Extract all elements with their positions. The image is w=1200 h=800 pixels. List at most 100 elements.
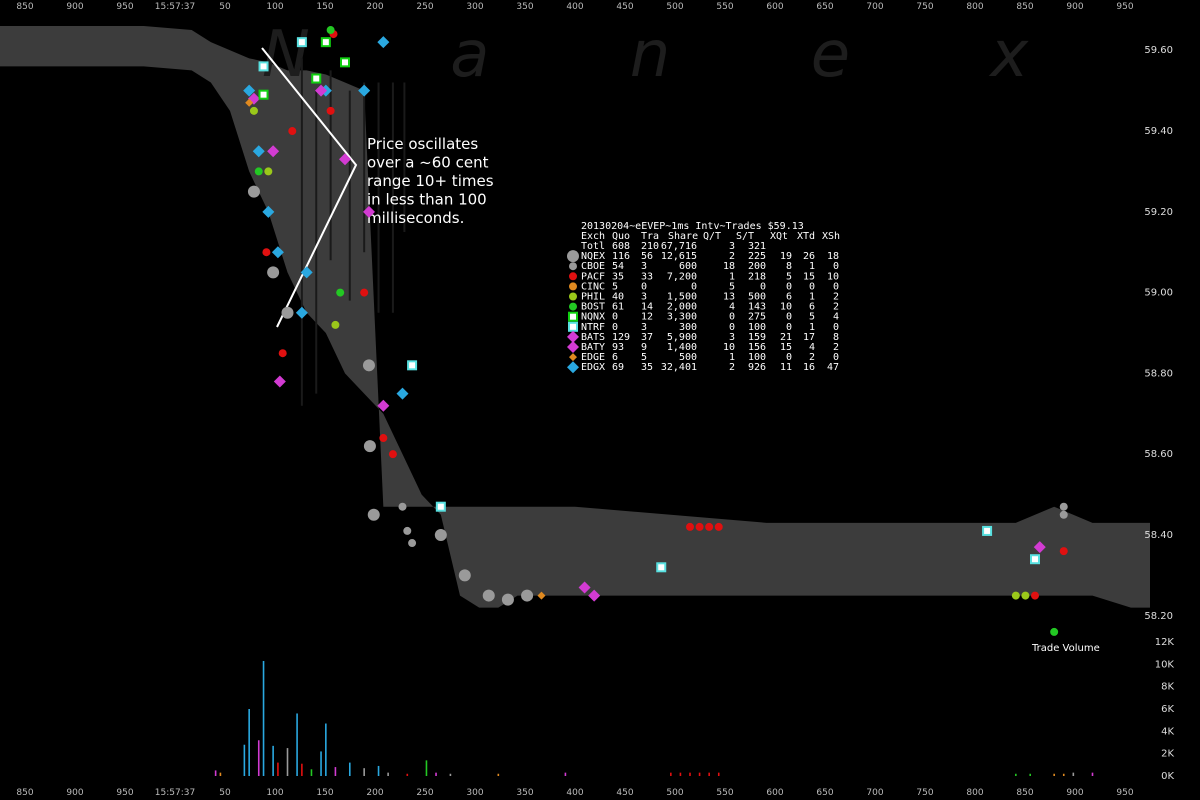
trade-marker-cboe [1059, 510, 1068, 519]
trade-marker-pacf [388, 450, 397, 459]
x-tick-label-bottom: 50 [219, 788, 231, 798]
trade-marker-nqex [281, 306, 294, 319]
x-tick-label-bottom: 200 [366, 788, 383, 798]
volume-bar [334, 767, 337, 776]
volume-bar [1029, 773, 1032, 776]
x-tick-label-bottom: 800 [966, 788, 983, 798]
x-tick-label-top: 450 [616, 2, 633, 12]
y-tick-label: 58.40 [1144, 530, 1173, 541]
trade-marker-nqex [363, 440, 376, 453]
trade-marker-nqnx [340, 57, 350, 68]
x-axis-bottom: 850 900 950 15:57:37 50 100 150 200 250 300 350 400… [16, 788, 1133, 798]
x-tick-label-bottom: 250 [416, 788, 433, 798]
x-tick-label-top: 350 [516, 2, 533, 12]
exchange-table: 20130204~eEVEP~1ms Intv~Trades $59.13Exc… [567, 221, 840, 374]
legend-marker-cboe [569, 262, 577, 271]
volume-bar [248, 709, 250, 776]
legend-marker-cinc [569, 282, 577, 291]
legend-marker-baty [567, 341, 579, 353]
table-cell-xsh: 47 [827, 362, 839, 373]
volume-bar [1062, 773, 1065, 776]
trade-marker-pacf [705, 522, 714, 531]
trade-marker-pacf [379, 434, 388, 443]
x-tick-label-top: 600 [766, 2, 783, 12]
trade-marker-nqex [501, 593, 514, 606]
y-tick-label: 58.60 [1144, 449, 1173, 460]
trade-marker-phil [264, 167, 273, 176]
trade-marker-pacf [288, 127, 297, 136]
table-header: XTd [797, 231, 815, 242]
volume-bar [406, 773, 409, 776]
legend-marker-nqnx [568, 311, 578, 322]
x-tick-label-bottom: 600 [766, 788, 783, 798]
trade-marker-phil [1021, 591, 1030, 600]
x-tick-label-bottom: 400 [566, 788, 583, 798]
trade-marker-cboe [1059, 502, 1068, 511]
trade-marker-ntrf [982, 525, 993, 536]
table-cell-quo: 69 [612, 362, 624, 373]
trade-marker-ntrf [656, 562, 667, 573]
annotation-line: in less than 100 [367, 191, 487, 209]
volume-bar [1015, 773, 1017, 776]
trade-marker-nqex [362, 359, 375, 372]
volume-bar [214, 770, 217, 776]
x-tick-label-bottom: 350 [516, 788, 533, 798]
trade-marker-nqex [434, 528, 447, 541]
x-tick-label-top: 100 [266, 2, 283, 12]
volume-bar [1053, 773, 1055, 776]
trade-marker-nqex [521, 589, 534, 602]
volume-bar [497, 773, 500, 776]
y-axis-price: 59.60 59.40 59.20 59.00 58.80 58.60 58.40 58.20 [1144, 45, 1173, 622]
table-cell-exch: EDGX [581, 362, 605, 373]
legend-marker-nqex [567, 250, 579, 263]
trade-marker-bost [326, 26, 335, 35]
volume-bar [377, 765, 380, 776]
x-tick-label-bottom: 900 [1066, 788, 1083, 798]
trade-marker-bats [273, 375, 286, 388]
volume-bar [272, 745, 274, 776]
x-tick-label-top: 900 [66, 2, 83, 12]
legend-marker-edgx [567, 361, 579, 374]
trade-marker-nqex [247, 185, 260, 198]
watermark-text: N a n e x [262, 18, 1088, 92]
x-tick-label-top: 750 [916, 2, 933, 12]
trade-marker-phil [331, 320, 340, 329]
x-tick-label-top: 650 [816, 2, 833, 12]
x-tick-label-top: 50 [219, 2, 231, 12]
trade-marker-ntrf [1030, 554, 1040, 565]
x-tick-label-bottom: 950 [116, 788, 133, 798]
x-tick-label-top: 900 [1066, 2, 1083, 12]
price-chart: N a n e x Price oscillatesover a ~60 cen… [0, 2, 1175, 798]
table-cell-st: 926 [748, 362, 766, 373]
x-tick-label-top: 300 [466, 2, 483, 12]
trade-marker-pacf [278, 349, 287, 358]
annotation-line: over a ~60 cent [367, 154, 489, 172]
trade-marker-bost [254, 167, 263, 176]
volume-tick-label: 0K [1161, 771, 1174, 782]
x-tick-label-bottom: 850 [1016, 788, 1033, 798]
trade-marker-edgx [396, 387, 409, 400]
trade-marker-pacf [360, 288, 369, 297]
trade-marker-pacf [714, 522, 723, 531]
volume-bar [243, 744, 246, 776]
volume-bar [320, 751, 322, 776]
y-tick-label: 58.80 [1144, 368, 1173, 379]
volume-tick-label: 8K [1161, 682, 1174, 693]
trade-marker-phil [249, 106, 258, 115]
volume-bar [679, 772, 682, 776]
volume-bar [387, 772, 389, 776]
trade-marker-bost [1050, 627, 1059, 636]
trade-marker-bost [336, 288, 345, 297]
legend-marker-edge [569, 353, 577, 362]
annotation-line: range 10+ times [367, 172, 494, 190]
table-header: XSh [822, 231, 840, 242]
volume-bar [301, 763, 303, 776]
table-cell-qt: 2 [729, 362, 735, 373]
volume-panel: Trade Volume 12K 10K 8K 6K 4K 2K 0K [214, 637, 1175, 782]
table-cell-xqt: 11 [780, 362, 792, 373]
y-tick-label: 59.40 [1144, 126, 1173, 137]
volume-tick-label: 10K [1155, 659, 1175, 670]
volume-tick-label: 6K [1161, 704, 1174, 715]
x-tick-label-bottom: 700 [866, 788, 883, 798]
trade-marker-ntrf [258, 61, 269, 72]
